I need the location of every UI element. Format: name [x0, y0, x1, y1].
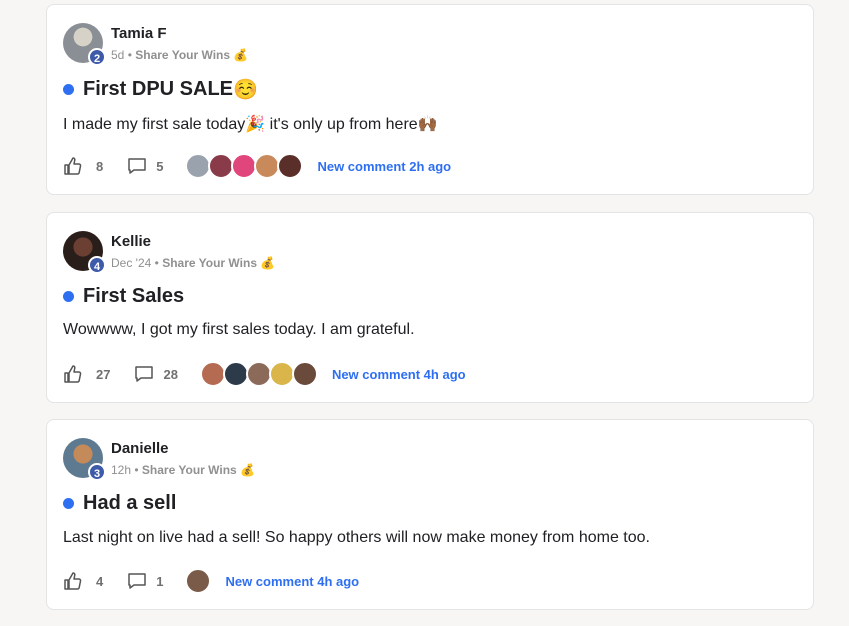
post-title[interactable]: Had a sell: [83, 492, 176, 515]
post-actions: 27 28 New comment 4h ago: [63, 361, 466, 387]
category-link[interactable]: Share Your Wins: [162, 256, 257, 270]
post-title[interactable]: First Sales: [83, 285, 184, 308]
money-bag-icon: 💰: [260, 256, 276, 270]
level-badge: 4: [88, 256, 106, 274]
author-name[interactable]: Danielle: [111, 440, 169, 457]
author-name[interactable]: Tamia F: [111, 25, 167, 42]
comment-count: 5: [156, 158, 164, 174]
commenter-avatars[interactable]: [199, 361, 318, 387]
category-link[interactable]: Share Your Wins: [135, 48, 230, 62]
post-actions: 4 1 New comment 4h ago: [63, 568, 359, 594]
post-card[interactable]: 2 Tamia F 5d • Share Your Wins 💰 First D…: [46, 4, 814, 195]
like-count: 8: [96, 158, 104, 174]
post-meta: 5d • Share Your Wins 💰: [111, 48, 249, 62]
post-body: I made my first sale today🎉 it's only up…: [63, 116, 438, 133]
post-title-row[interactable]: First Sales: [63, 285, 184, 308]
avatar[interactable]: 4: [63, 231, 106, 274]
like-count: 4: [96, 573, 104, 589]
commenter-avatar: [185, 568, 212, 594]
new-comment-link[interactable]: New comment 4h ago: [332, 367, 466, 382]
category-link[interactable]: Share Your Wins: [142, 463, 237, 477]
comment-bubble-icon[interactable]: [127, 571, 147, 591]
post-time[interactable]: 5d: [111, 48, 124, 62]
unread-dot: [63, 498, 74, 509]
money-bag-icon: 💰: [233, 48, 249, 62]
post-meta: 12h • Share Your Wins 💰: [111, 463, 256, 477]
unread-dot: [63, 291, 74, 302]
unread-dot: [63, 83, 74, 95]
commenter-avatar: [277, 153, 304, 179]
post-title-row[interactable]: Had a sell: [63, 492, 176, 515]
comment-count: 1: [156, 573, 164, 589]
thumbs-up-icon[interactable]: [63, 571, 83, 591]
comment-bubble-icon[interactable]: [134, 364, 154, 384]
level-badge: 3: [88, 463, 106, 481]
post-title-row[interactable]: First DPU SALE ☺️: [63, 77, 258, 101]
commenter-avatars[interactable]: [185, 568, 212, 594]
level-badge: 2: [88, 48, 106, 66]
post-body: Last night on live had a sell! So happy …: [63, 529, 650, 546]
post-body: Wowwww, I got my first sales today. I am…: [63, 321, 415, 338]
money-bag-icon: 💰: [240, 463, 256, 477]
commenter-avatar: [291, 361, 318, 387]
post-time[interactable]: Dec '24: [111, 256, 151, 270]
avatar[interactable]: 3: [63, 438, 106, 481]
new-comment-link[interactable]: New comment 2h ago: [317, 159, 451, 174]
post-title[interactable]: First DPU SALE: [83, 78, 233, 101]
avatar[interactable]: 2: [63, 23, 106, 66]
comment-bubble-icon[interactable]: [127, 156, 147, 176]
post-time[interactable]: 12h: [111, 463, 131, 477]
post-card[interactable]: 3 Danielle 12h • Share Your Wins 💰 Had a…: [46, 419, 814, 610]
like-count: 27: [96, 366, 111, 382]
post-actions: 8 5 New comment 2h ago: [63, 153, 451, 179]
smiling-emoji: ☺️: [233, 77, 258, 101]
post-meta: Dec '24 • Share Your Wins 💰: [111, 256, 276, 270]
post-card[interactable]: 4 Kellie Dec '24 • Share Your Wins 💰 Fir…: [46, 212, 814, 403]
commenter-avatars[interactable]: [185, 153, 304, 179]
comment-count: 28: [163, 366, 178, 382]
thumbs-up-icon[interactable]: [63, 156, 83, 176]
author-name[interactable]: Kellie: [111, 233, 151, 250]
thumbs-up-icon[interactable]: [63, 364, 83, 384]
new-comment-link[interactable]: New comment 4h ago: [225, 574, 359, 589]
